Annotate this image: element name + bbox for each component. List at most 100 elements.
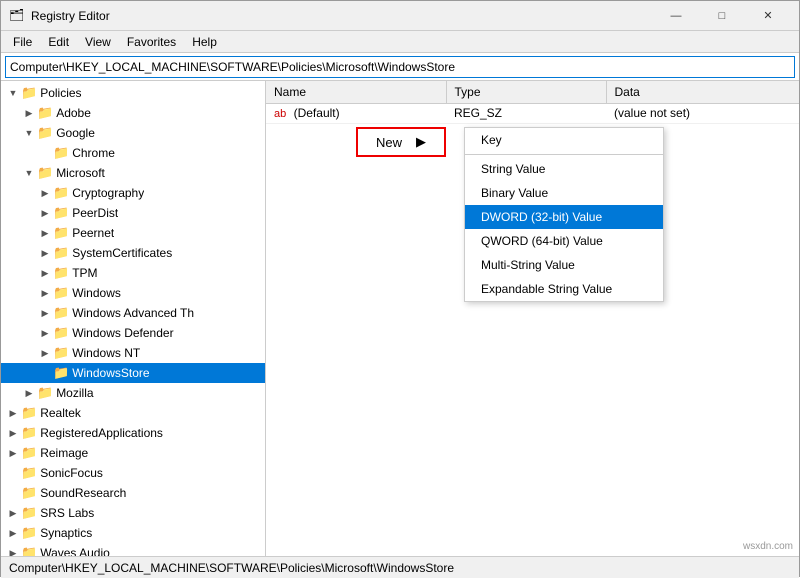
tree-label: RegisteredApplications [40,426,163,440]
menu-view[interactable]: View [77,33,119,51]
menu-help[interactable]: Help [184,33,225,51]
tree-label: Microsoft [56,166,105,180]
watermark: wsxdn.com [743,541,793,552]
tree-label: TPM [72,266,97,280]
folder-icon: 📁 [53,345,69,361]
col-header-type[interactable]: Type [446,81,606,103]
expander-cryptography: ▶ [37,188,53,199]
ab-icon: ab [274,108,286,120]
tree-label: Synaptics [40,526,92,540]
expander-systemcerts: ▶ [37,248,53,259]
tree-item-cryptography[interactable]: ▶ 📁 Cryptography [1,183,265,203]
folder-icon: 📁 [53,225,69,241]
expander-windows-nt: ▶ [37,348,53,359]
expander-realtek: ▶ [5,408,21,419]
table-row[interactable]: ab (Default) REG_SZ (value not set) [266,103,799,123]
folder-icon: 📁 [21,405,37,421]
tree-item-windows-advanced[interactable]: ▶ 📁 Windows Advanced Th [1,303,265,323]
folder-icon: 📁 [53,305,69,321]
right-pane: Name Type Data ab (Default) REG_SZ (valu… [266,81,799,556]
tree-label: Adobe [56,106,91,120]
maximize-button[interactable]: □ [699,1,745,31]
expander-tpm: ▶ [37,268,53,279]
tree-label: SonicFocus [40,466,103,480]
folder-icon: 📁 [53,285,69,301]
expander-windows-defender: ▶ [37,328,53,339]
tree-item-microsoft[interactable]: ▼ 📁 Microsoft [1,163,265,183]
tree-item-adobe[interactable]: ▶ 📁 Adobe [1,103,265,123]
new-arrow: ▶ [416,134,426,150]
address-bar [1,53,799,81]
tree-label: Reimage [40,446,88,460]
tree-item-policies[interactable]: ▼ 📁 Policies [1,83,265,103]
tree-item-reimage[interactable]: ▶ 📁 Reimage [1,443,265,463]
registry-table: Name Type Data ab (Default) REG_SZ (valu… [266,81,799,124]
tree-pane[interactable]: ▼ 📁 Policies ▶ 📁 Adobe ▼ 📁 Google 📁 Chro… [1,81,266,556]
tree-label: Policies [40,86,81,100]
tree-item-chrome[interactable]: 📁 Chrome [1,143,265,163]
tree-item-soundresearch[interactable]: 📁 SoundResearch [1,483,265,503]
new-submenu: Key String Value Binary Value DWORD (32-… [464,127,664,302]
tree-item-windows-nt[interactable]: ▶ 📁 Windows NT [1,343,265,363]
folder-icon: 📁 [37,105,53,121]
submenu-qword-value[interactable]: QWORD (64-bit) Value [465,229,663,253]
tree-item-windows-ms[interactable]: ▶ 📁 Windows [1,283,265,303]
cell-name: ab (Default) [266,103,446,123]
value-name: (Default) [294,106,340,120]
tree-label: SystemCertificates [72,246,172,260]
submenu-multistring-value[interactable]: Multi-String Value [465,253,663,277]
folder-icon: 📁 [53,205,69,221]
folder-icon: 📁 [21,445,37,461]
tree-label: Google [56,126,95,140]
menu-edit[interactable]: Edit [40,33,77,51]
col-header-name[interactable]: Name [266,81,446,103]
tree-item-mozilla[interactable]: ▶ 📁 Mozilla [1,383,265,403]
tree-item-realtek[interactable]: ▶ 📁 Realtek [1,403,265,423]
tree-item-peernet[interactable]: ▶ 📁 Peernet [1,223,265,243]
menu-file[interactable]: File [5,33,40,51]
tree-item-tpm[interactable]: ▶ 📁 TPM [1,263,265,283]
folder-icon: 📁 [21,465,37,481]
tree-item-google[interactable]: ▼ 📁 Google [1,123,265,143]
minimize-button[interactable]: — [653,1,699,31]
folder-icon: 📁 [37,165,53,181]
submenu-string-value[interactable]: String Value [465,157,663,181]
expander-google: ▼ [21,128,37,138]
submenu-key[interactable]: Key [465,128,663,152]
tree-item-peerdist[interactable]: ▶ 📁 PeerDist [1,203,265,223]
folder-icon: 📁 [53,245,69,261]
folder-icon: 📁 [37,125,53,141]
folder-icon: 📁 [21,485,37,501]
submenu-dword-value[interactable]: DWORD (32-bit) Value [465,205,663,229]
tree-item-windows-defender[interactable]: ▶ 📁 Windows Defender [1,323,265,343]
cell-data: (value not set) [606,103,799,123]
tree-item-srslabs[interactable]: ▶ 📁 SRS Labs [1,503,265,523]
expander-windows-advanced: ▶ [37,308,53,319]
folder-icon: 📁 [21,425,37,441]
col-header-data[interactable]: Data [606,81,799,103]
tree-item-registeredapps[interactable]: ▶ 📁 RegisteredApplications [1,423,265,443]
address-input[interactable] [5,56,795,78]
new-button-area: New ▶ Key String Value Binary Value DWOR… [356,127,446,157]
new-label: New [376,135,402,150]
tree-item-synaptics[interactable]: ▶ 📁 Synaptics [1,523,265,543]
tree-item-sonicfocus[interactable]: 📁 SonicFocus [1,463,265,483]
tree-item-windowsstore[interactable]: 📁 WindowsStore [1,363,265,383]
tree-label: Mozilla [56,386,93,400]
close-button[interactable]: ✕ [745,1,791,31]
tree-label: PeerDist [72,206,118,220]
new-button[interactable]: New ▶ [356,127,446,157]
tree-item-systemcerts[interactable]: ▶ 📁 SystemCertificates [1,243,265,263]
expander-synaptics: ▶ [5,528,21,539]
tree-item-wavesaudio[interactable]: ▶ 📁 Waves Audio [1,543,265,556]
submenu-binary-value[interactable]: Binary Value [465,181,663,205]
tree-label: Chrome [72,146,115,160]
submenu-expandable-value[interactable]: Expandable String Value [465,277,663,301]
expander-reimage: ▶ [5,448,21,459]
tree-label: Realtek [40,406,81,420]
tree-label: Windows Defender [72,326,173,340]
menu-favorites[interactable]: Favorites [119,33,184,51]
tree-label: Cryptography [72,186,144,200]
folder-icon: 📁 [53,365,69,381]
expander-adobe: ▶ [21,108,37,119]
